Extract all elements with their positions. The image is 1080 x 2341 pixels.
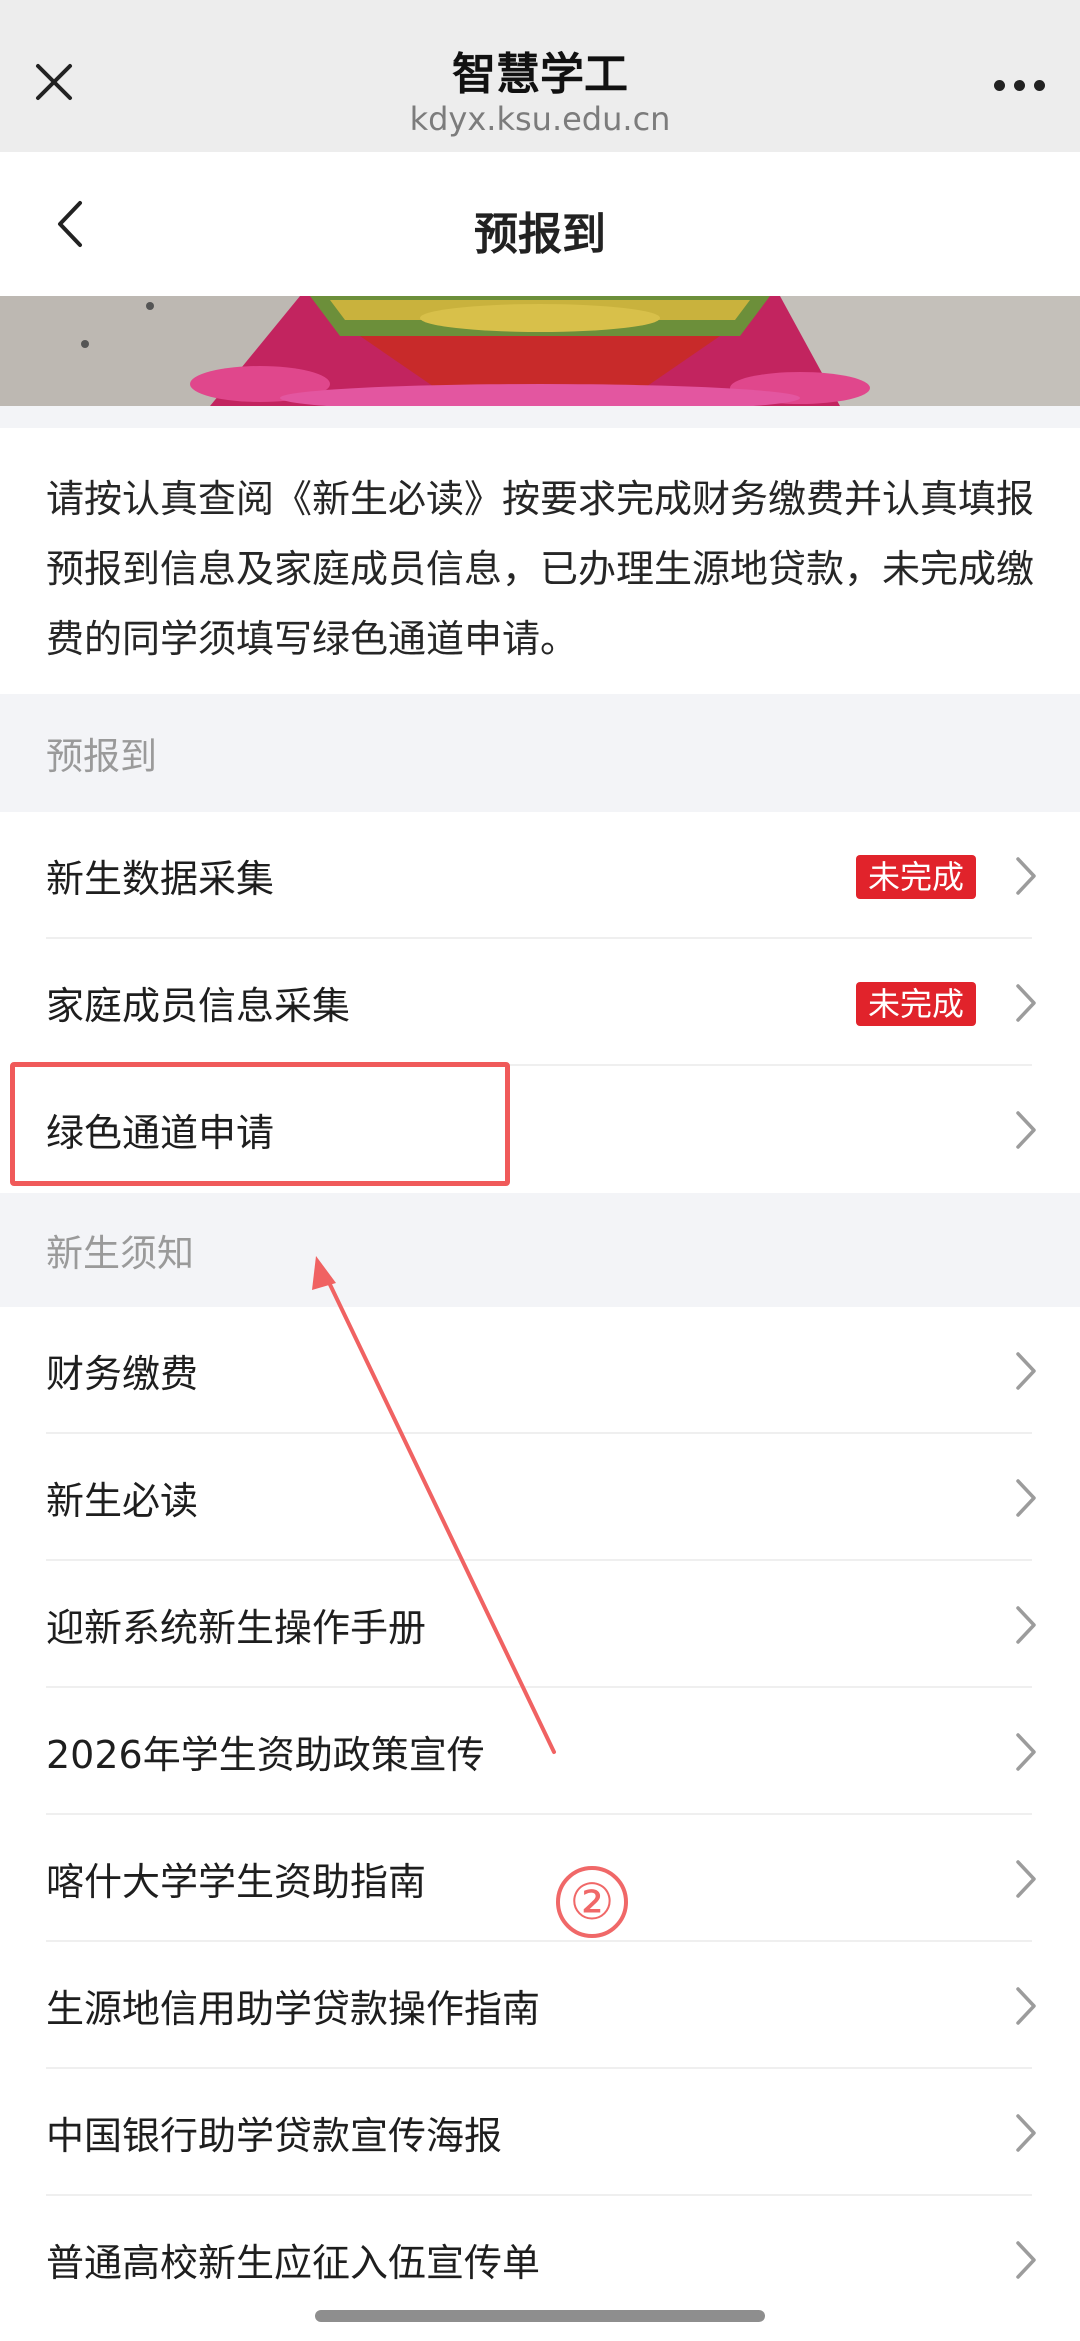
browser-title: 智慧学工 xyxy=(452,49,628,100)
list-item-green-channel[interactable]: 绿色通道申请 xyxy=(0,1066,1080,1193)
list-item-label: 绿色通道申请 xyxy=(46,1111,275,1155)
banner-image xyxy=(0,296,1080,406)
list-item-finance-payment[interactable]: 财务缴费 xyxy=(0,1307,1080,1434)
chevron-right-icon xyxy=(1016,2114,1036,2152)
chevron-right-icon xyxy=(1016,857,1036,895)
status-badge: 未完成 xyxy=(855,855,976,899)
list-item-label: 财务缴费 xyxy=(46,1352,199,1396)
list-item-label: 迎新系统新生操作手册 xyxy=(46,1606,427,1650)
chevron-right-icon xyxy=(1016,1111,1036,1149)
list-item-family-info[interactable]: 家庭成员信息采集 未完成 xyxy=(0,939,1080,1066)
home-indicator[interactable] xyxy=(315,2310,765,2322)
list-item-label: 新生必读 xyxy=(46,1479,199,1523)
chevron-right-icon xyxy=(1016,1479,1036,1517)
list-item-freshman-data[interactable]: 新生数据采集 未完成 xyxy=(0,812,1080,939)
section-header-pre-report: 预报到 xyxy=(0,694,1080,812)
more-dots-icon[interactable] xyxy=(984,60,1054,110)
list-item-loan-guide[interactable]: 生源地信用助学贷款操作指南 xyxy=(0,1942,1080,2069)
chevron-right-icon xyxy=(1016,984,1036,1022)
browser-bar: 智慧学工 kdyx.ksu.edu.cn xyxy=(0,0,1080,152)
list-item-label: 家庭成员信息采集 xyxy=(46,984,351,1028)
page-title: 预报到 xyxy=(474,209,606,260)
list-item-operation-manual[interactable]: 迎新系统新生操作手册 xyxy=(0,1561,1080,1688)
list-item-label: 新生数据采集 xyxy=(46,857,275,901)
step-marker: ② xyxy=(556,1866,628,1938)
list-item-label: 2026年学生资助政策宣传 xyxy=(46,1733,485,1777)
list-item-label: 普通高校新生应征入伍宣传单 xyxy=(46,2241,541,2285)
chevron-right-icon xyxy=(1016,1987,1036,2025)
page-header: 预报到 xyxy=(0,152,1080,296)
list-item-enlistment-leaflet[interactable]: 普通高校新生应征入伍宣传单 xyxy=(0,2196,1080,2323)
chevron-right-icon xyxy=(1016,1606,1036,1644)
status-badge: 未完成 xyxy=(855,982,976,1026)
chevron-right-icon xyxy=(1016,1352,1036,1390)
gap-strip xyxy=(0,406,1080,428)
list-item-label: 喀什大学学生资助指南 xyxy=(46,1860,427,1904)
list-item-boc-loan-poster[interactable]: 中国银行助学贷款宣传海报 xyxy=(0,2069,1080,2196)
section-header-freshman-notice: 新生须知 xyxy=(0,1193,1080,1307)
chevron-right-icon xyxy=(1016,1733,1036,1771)
notice-text: 请按认真查阅《新生必读》按要求完成财务缴费并认真填报预报到信息及家庭成员信息，已… xyxy=(0,428,1080,694)
list-item-must-read[interactable]: 新生必读 xyxy=(0,1434,1080,1561)
list-item-aid-policy[interactable]: 2026年学生资助政策宣传 xyxy=(0,1688,1080,1815)
list-item-aid-guide[interactable]: 喀什大学学生资助指南 xyxy=(0,1815,1080,1942)
list-item-label: 生源地信用助学贷款操作指南 xyxy=(46,1987,541,2031)
chevron-right-icon xyxy=(1016,1860,1036,1898)
browser-url: kdyx.ksu.edu.cn xyxy=(409,100,671,138)
list-item-label: 中国银行助学贷款宣传海报 xyxy=(46,2114,503,2158)
chevron-right-icon xyxy=(1016,2241,1036,2279)
